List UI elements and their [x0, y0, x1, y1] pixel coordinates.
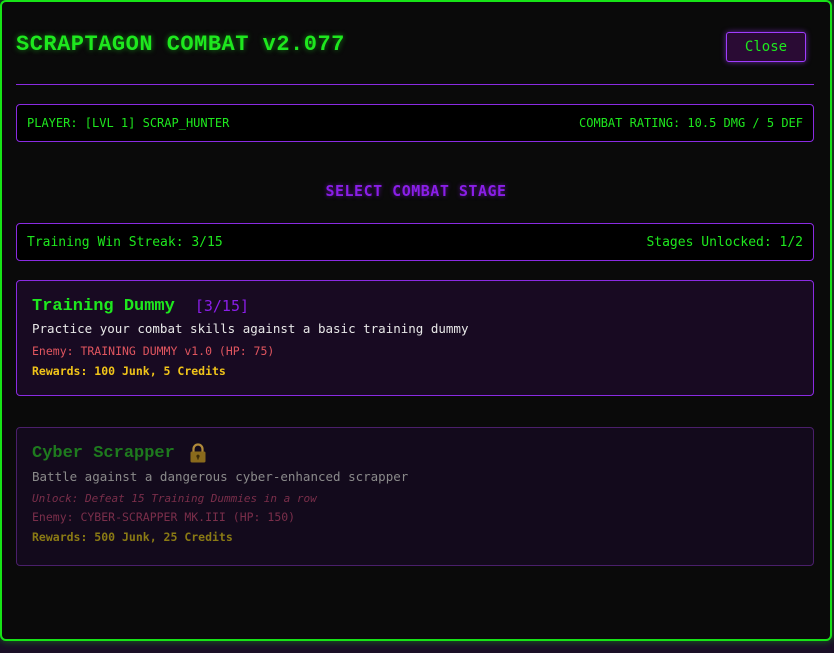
stage-name: Training Dummy — [32, 296, 175, 316]
modal-header: SCRAPTAGON COMBAT v2.077 Close — [16, 2, 814, 85]
close-button[interactable]: Close — [726, 32, 806, 62]
player-info-bar: PLAYER: [LVL 1] SCRAP_HUNTER COMBAT RATI… — [16, 104, 814, 142]
stage-enemy: Enemy: CYBER-SCRAPPER MK.III (HP: 150) — [32, 510, 296, 524]
streak-bar: Training Win Streak: 3/15 Stages Unlocke… — [16, 223, 814, 261]
win-streak: Training Win Streak: 3/15 — [27, 234, 223, 250]
stage-description: Battle against a dangerous cyber-enhance… — [32, 469, 409, 484]
stage-card-cyber-scrapper: Cyber Scrapper Battle against a dangerou… — [16, 427, 814, 566]
combat-rating: COMBAT RATING: 10.5 DMG / 5 DEF — [579, 116, 803, 130]
stage-enemy: Enemy: TRAINING DUMMY v1.0 (HP: 75) — [32, 344, 275, 358]
combat-modal: SCRAPTAGON COMBAT v2.077 Close PLAYER: [… — [0, 0, 832, 641]
stage-rewards: Rewards: 100 Junk, 5 Credits — [32, 364, 226, 378]
stages-unlocked: Stages Unlocked: 1/2 — [646, 234, 803, 250]
select-stage-heading: SELECT COMBAT STAGE — [325, 182, 507, 200]
stage-progress: [3/15] — [194, 297, 250, 315]
stage-rewards: Rewards: 500 Junk, 25 Credits — [32, 530, 233, 544]
player-label: PLAYER: [LVL 1] SCRAP_HUNTER — [27, 116, 230, 130]
lock-icon — [189, 443, 207, 463]
stage-name: Cyber Scrapper — [32, 443, 175, 463]
stage-card-training-dummy[interactable]: Training Dummy [3/15] Practice your comb… — [16, 280, 814, 396]
modal-title: SCRAPTAGON COMBAT v2.077 — [16, 32, 345, 57]
stage-unlock-requirement: Unlock: Defeat 15 Training Dummies in a … — [32, 492, 317, 505]
stage-description: Practice your combat skills against a ba… — [32, 321, 469, 336]
